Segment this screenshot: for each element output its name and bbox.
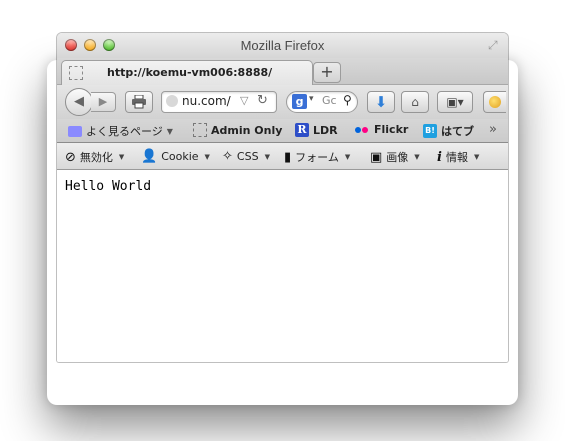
url-bar[interactable]: nu.com/ ▽ ↻ <box>161 91 277 113</box>
dev-menu-label: Cookie <box>161 150 199 163</box>
addon-icon <box>489 96 501 108</box>
chevron-down-icon: ▼ <box>473 153 480 161</box>
dev-menu-label: 無効化 <box>79 151 113 164</box>
back-button[interactable]: ◀ <box>65 88 93 116</box>
fullscreen-icon[interactable]: ⤢ <box>488 39 501 52</box>
search-engine-icon[interactable]: g <box>292 94 307 109</box>
bookmark-item-ldr[interactable]: R LDR <box>295 123 338 137</box>
bookmark-label: Admin Only <box>211 123 283 137</box>
dev-menu-label: フォーム <box>295 151 339 164</box>
search-engine-dropdown-icon[interactable]: ▾ <box>309 94 314 104</box>
home-icon: ⌂ <box>411 95 419 109</box>
dev-menu-image[interactable]: ▣ 画像 ▼ <box>370 149 420 165</box>
back-icon: ◀ <box>74 94 84 109</box>
form-icon: ▮ <box>284 149 292 165</box>
dev-menu-css[interactable]: ✧ CSS ▼ <box>222 149 270 164</box>
forward-icon: ▶ <box>98 95 108 108</box>
home-button[interactable]: ⌂ <box>401 91 429 113</box>
page-content: Hello World <box>57 170 508 362</box>
page-body-text: Hello World <box>65 179 152 194</box>
print-button[interactable] <box>125 91 153 113</box>
addon-button[interactable] <box>483 91 506 113</box>
chevron-down-icon: ▼ <box>118 153 125 161</box>
new-tab-button[interactable]: + <box>313 62 341 83</box>
dev-menu-label: 画像 <box>386 151 409 164</box>
url-text: nu.com/ <box>182 94 231 108</box>
smart-folder-icon <box>68 125 82 137</box>
tab-label: http://koemu-vm006:8888/ <box>107 66 273 79</box>
dev-menu-label: CSS <box>236 150 259 163</box>
tab-strip: http://koemu-vm006:8888/ + <box>57 58 508 85</box>
bookmarks-toolbar: よく見るページ ▼ Admin Only R LDR Flickr B! はてブ… <box>57 119 508 143</box>
search-placeholder: Gc <box>322 94 337 107</box>
title-bar: Mozilla Firefox ⤢ <box>57 33 508 58</box>
chevron-down-icon: ▼ <box>204 152 210 161</box>
search-icon[interactable]: ⚲ <box>343 93 352 107</box>
dev-menu-form[interactable]: ▮ フォーム ▼ <box>284 149 350 165</box>
globe-icon <box>166 95 178 107</box>
bookmarks-button[interactable]: ▣▾ <box>437 91 473 113</box>
bookmark-item-admin[interactable]: Admin Only <box>193 123 282 137</box>
hatena-icon: B! <box>423 124 437 138</box>
back-forward-group: ◀ ▶ <box>65 88 117 116</box>
bookmarks-overflow-button[interactable]: » <box>489 122 497 137</box>
forward-button[interactable]: ▶ <box>91 92 116 112</box>
reload-icon[interactable]: ↻ <box>257 93 268 108</box>
dev-menu-label: 情報 <box>445 151 468 164</box>
bookmark-item-frequent[interactable]: よく見るページ ▼ <box>68 123 173 139</box>
page-icon <box>193 123 207 137</box>
bookmark-item-hatena[interactable]: B! はてブ <box>423 123 474 139</box>
dev-menu-cookie[interactable]: 👤 Cookie ▼ <box>141 149 210 164</box>
dev-menu-info[interactable]: i 情報 ▼ <box>437 149 479 165</box>
navigation-toolbar: ◀ ▶ nu.com/ ▽ ↻ g ▾ Gc ⚲ ⬇ ⌂ ▣▾ <box>57 85 508 119</box>
bookmark-icon: ▣▾ <box>446 95 464 109</box>
default-favicon-icon <box>69 66 83 80</box>
dev-menu-disable[interactable]: ⊘ 無効化 ▼ <box>65 149 124 165</box>
chevron-down-icon: ▼ <box>344 153 351 161</box>
chevron-down-icon: ▼ <box>264 152 270 161</box>
download-icon: ⬇ <box>374 93 388 111</box>
image-icon: ▣ <box>370 149 383 165</box>
downloads-button[interactable]: ⬇ <box>367 91 395 113</box>
cookie-icon: 👤 <box>141 149 158 164</box>
web-developer-toolbar: ⊘ 無効化 ▼ 👤 Cookie ▼ ✧ CSS ▼ ▮ フォーム ▼ ▣ 画像… <box>57 143 508 170</box>
window-title: Mozilla Firefox <box>240 38 325 53</box>
css-icon: ✧ <box>222 149 233 164</box>
browser-window: Mozilla Firefox ⤢ http://koemu-vm006:888… <box>57 33 508 362</box>
search-bar[interactable]: g ▾ Gc ⚲ <box>286 91 358 113</box>
info-icon: i <box>437 149 442 165</box>
bookmark-label: Flickr <box>374 123 409 136</box>
flickr-icon <box>354 126 370 134</box>
chevron-down-icon: ▼ <box>166 126 173 136</box>
url-history-dropdown-icon[interactable]: ▽ <box>240 94 248 107</box>
disable-icon: ⊘ <box>65 149 76 165</box>
bookmark-label: よく見るページ <box>86 125 163 138</box>
bookmark-label: はてブ <box>441 125 474 138</box>
chevron-down-icon: ▼ <box>414 153 420 161</box>
bookmark-item-flickr[interactable]: Flickr <box>354 123 408 136</box>
ldr-icon: R <box>295 123 309 137</box>
print-icon <box>132 94 146 109</box>
bookmark-label: LDR <box>313 123 338 137</box>
tab-active[interactable]: http://koemu-vm006:8888/ <box>61 60 313 85</box>
